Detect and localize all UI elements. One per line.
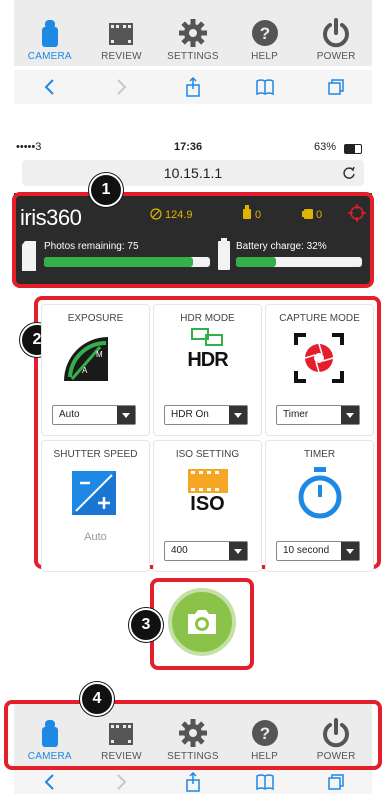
iso-film-icon xyxy=(188,469,228,493)
tab-help[interactable]: ? HELP xyxy=(232,17,298,66)
share-icon[interactable] xyxy=(183,772,203,792)
hdr-icon-text: HDR xyxy=(187,349,228,371)
signal-strength: •••••3 xyxy=(16,141,42,153)
svg-text:?: ? xyxy=(259,24,269,43)
chevron-down-icon xyxy=(229,542,247,560)
bookmarks-icon[interactable] xyxy=(255,77,275,97)
exposure-select[interactable]: Auto xyxy=(52,405,136,425)
tabs-icon[interactable] xyxy=(326,772,346,792)
battery-percent: 63% xyxy=(314,141,337,153)
callout-badge-4: 4 xyxy=(80,682,114,716)
browser-toolbar-bottom xyxy=(14,770,372,794)
timer-select[interactable]: 10 second xyxy=(276,541,360,561)
photos-remaining-label: Photos remaining: 75 xyxy=(44,241,139,252)
stopwatch-icon xyxy=(298,467,342,519)
photos-remaining-fill xyxy=(44,257,194,267)
camera-icon xyxy=(188,610,216,634)
chevron-down-icon xyxy=(341,542,359,560)
iso-setting-value: 400 xyxy=(171,545,188,556)
battery-charge-label: Battery charge: 32% xyxy=(236,241,327,252)
forward-icon[interactable] xyxy=(111,77,131,97)
camera-module-b-icon xyxy=(302,209,313,219)
tab-help-label: HELP xyxy=(251,51,279,62)
iso-setting-title: ISO SETTING xyxy=(175,449,240,460)
callout-badge-3: 3 xyxy=(129,608,163,642)
exposure-dial-icon: AM xyxy=(64,337,108,381)
hdr-mode-value: HDR On xyxy=(171,409,209,420)
help-icon: ? xyxy=(251,20,278,46)
exposure-plus-icon xyxy=(72,471,116,515)
timer-title: TIMER xyxy=(303,449,336,460)
callout-badge-1: 1 xyxy=(89,173,123,207)
highlight-box-4 xyxy=(4,700,382,770)
forward-icon[interactable] xyxy=(111,772,131,792)
status-time: 17:36 xyxy=(174,141,203,153)
camera-icon xyxy=(41,20,58,47)
capture-mode-card: CAPTURE MODE Timer xyxy=(265,304,374,436)
tab-power[interactable]: POWER xyxy=(303,17,369,66)
ios-status-bar: •••••3 17:36 63% xyxy=(14,138,372,158)
share-icon[interactable] xyxy=(183,77,203,97)
hdr-mode-card: HDR MODE HDR HDR On xyxy=(153,304,262,436)
capture-mode-value: Timer xyxy=(283,409,309,420)
url-bar[interactable]: 10.15.1.1 xyxy=(22,160,364,186)
chevron-down-icon xyxy=(229,406,247,424)
tab-review-label: REVIEW xyxy=(101,51,142,62)
shutter-speed-title: SHUTTER SPEED xyxy=(53,449,138,460)
tab-camera[interactable]: CAMERA xyxy=(17,17,83,66)
film-icon xyxy=(109,23,134,45)
capture-mode-title: CAPTURE MODE xyxy=(279,313,360,324)
iris360-logo: iris360 xyxy=(20,205,82,230)
browser-toolbar xyxy=(14,70,372,104)
battery-icon xyxy=(344,144,362,154)
back-icon[interactable] xyxy=(40,772,60,792)
hdr-mode-title: HDR MODE xyxy=(180,313,235,324)
shutter-speed-value: Auto xyxy=(84,531,107,543)
target-icon[interactable] xyxy=(348,204,366,222)
hdr-mode-select[interactable]: HDR On xyxy=(164,405,248,425)
shutter-icon xyxy=(294,333,344,383)
chevron-down-icon xyxy=(117,406,135,424)
svg-text:A: A xyxy=(82,366,88,375)
battery-charge-fill xyxy=(236,257,277,267)
gear-icon xyxy=(178,19,207,47)
reload-icon[interactable] xyxy=(342,166,356,180)
hdr-layers-icon xyxy=(191,328,223,346)
compass-icon xyxy=(150,208,162,220)
bookmarks-icon[interactable] xyxy=(255,772,275,792)
capture-mode-select[interactable]: Timer xyxy=(276,405,360,425)
timer-card: TIMER 10 second xyxy=(265,440,374,572)
exposure-card: EXPOSURE AM Auto xyxy=(41,304,150,436)
url-text: 10.15.1.1 xyxy=(163,165,223,181)
tab-settings-label: SETTINGS xyxy=(167,51,219,62)
svg-text:M: M xyxy=(96,350,103,359)
timer-value: 10 second xyxy=(283,545,330,556)
photos-remaining-bar xyxy=(44,257,210,267)
tabs-icon[interactable] xyxy=(326,77,346,97)
exposure-value: Auto xyxy=(59,409,80,420)
power-icon xyxy=(323,18,350,48)
camera-module-icon xyxy=(243,205,251,219)
sd-card-icon xyxy=(22,241,36,271)
chevron-down-icon xyxy=(341,406,359,424)
tab-review[interactable]: REVIEW xyxy=(88,17,154,66)
iso-setting-card: ISO SETTING ISO 400 xyxy=(153,440,262,572)
shutter-speed-card: SHUTTER SPEED Auto xyxy=(41,440,150,572)
module-count-b: 0 xyxy=(316,209,323,221)
battery-device-icon xyxy=(218,238,230,270)
top-tab-bar: CAMERA REVIEW SETTINGS ? HELP POWER xyxy=(14,0,372,66)
tab-settings[interactable]: SETTINGS xyxy=(160,17,226,66)
capture-button[interactable] xyxy=(168,588,236,656)
iso-icon-text: ISO xyxy=(190,493,225,515)
tab-camera-label: CAMERA xyxy=(27,51,72,62)
battery-charge-bar xyxy=(236,257,362,267)
back-icon[interactable] xyxy=(40,77,60,97)
iso-setting-select[interactable]: 400 xyxy=(164,541,248,561)
module-count-a: 0 xyxy=(255,209,262,221)
tab-power-label: POWER xyxy=(316,51,356,62)
exposure-title: EXPOSURE xyxy=(67,313,124,324)
gauge-value: 124.9 xyxy=(165,209,193,221)
